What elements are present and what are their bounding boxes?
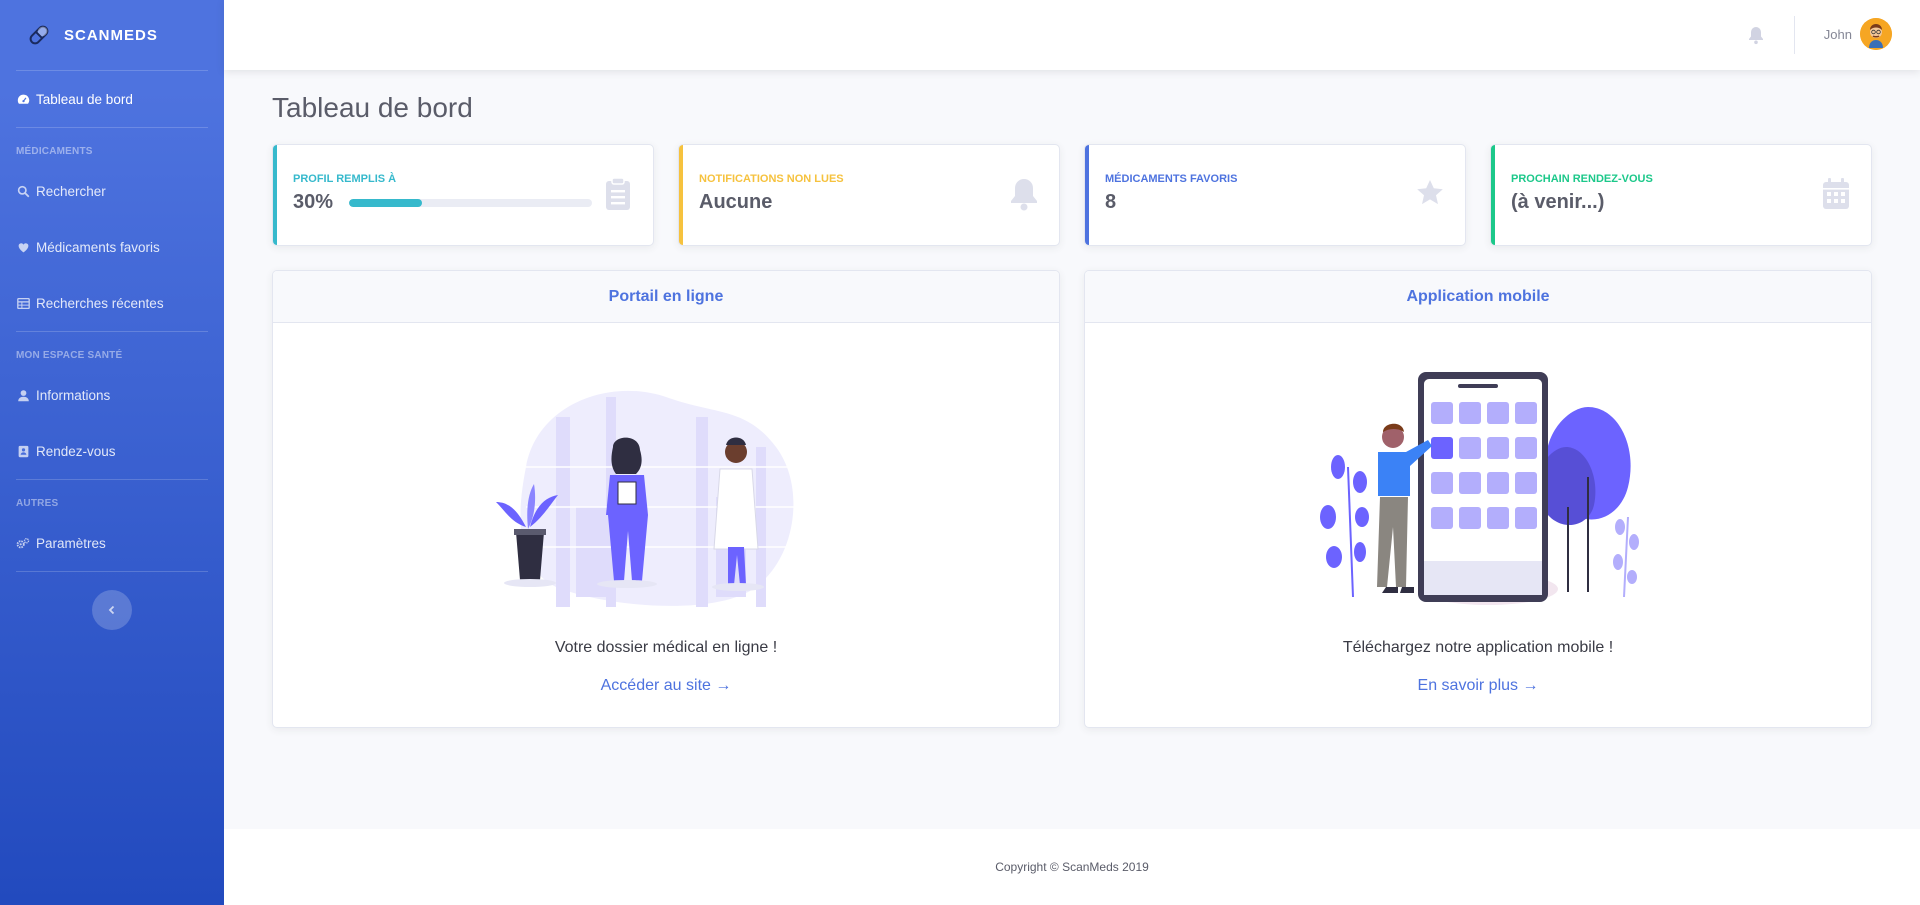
sidebar-item-label: Médicaments favoris [36, 239, 160, 255]
sidebar-heading-autres: AUTRES [16, 498, 59, 509]
card-value: 8 [1105, 191, 1117, 213]
bell-icon [1749, 27, 1763, 45]
sidebar-item-settings[interactable]: Paramètres [0, 515, 224, 571]
card-label: PROFIL REMPLIS À [293, 173, 397, 185]
avatar [1860, 18, 1892, 50]
page-title: Tableau de bord [272, 92, 473, 123]
portal-link[interactable]: Accéder au site → [601, 677, 732, 695]
user-name: John [1823, 26, 1852, 42]
favorites-card: MÉDICAMENTS FAVORIS 8 [1084, 144, 1466, 246]
panel-description: Votre dossier médical en ligne ! [554, 639, 778, 656]
cogs-icon [16, 536, 30, 550]
sidebar-item-recent[interactable]: Recherches récentes [0, 275, 224, 331]
profile-card: PROFIL REMPLIS À 30% [272, 144, 654, 246]
sidebar-item-label: Paramètres [36, 535, 106, 551]
card-label: MÉDICAMENTS FAVORIS [1105, 173, 1238, 185]
sidebar-item-dashboard[interactable]: Tableau de bord [0, 71, 224, 127]
sidebar-item-favorites[interactable]: Médicaments favoris [0, 219, 224, 275]
panel-description: Téléchargez notre application mobile ! [1342, 639, 1614, 656]
clipboard-icon [606, 177, 630, 210]
appointment-card: PROCHAIN RENDEZ-VOUS (à venir...) [1490, 144, 1872, 246]
mobile-panel: Application mobile Téléchargez notre app… [1084, 270, 1872, 728]
card-label: PROCHAIN RENDEZ-VOUS [1511, 173, 1653, 185]
card-value: (à venir...) [1511, 191, 1605, 213]
main-content: Tableau de bord PROFIL REMPLIS À 30% NOT… [224, 70, 1920, 830]
footer: Copyright © ScanMeds 2019 [224, 829, 1920, 905]
bell-icon [1011, 179, 1037, 211]
topbar: John [224, 0, 1920, 70]
stat-cards: PROFIL REMPLIS À 30% NOTIFICATIONS NON L… [272, 144, 1872, 246]
sidebar-heading-medicaments: MÉDICAMENTS [16, 146, 93, 157]
star-icon [1417, 180, 1443, 205]
sidebar-item-info[interactable]: Informations [0, 367, 224, 423]
address-card-icon [16, 444, 30, 458]
user-menu[interactable]: John [1824, 18, 1892, 50]
tachometer-icon [16, 92, 30, 106]
sidebar-item-appointments[interactable]: Rendez-vous [0, 423, 224, 479]
mobile-app-link[interactable]: En savoir plus → [1418, 677, 1539, 695]
brand[interactable]: SCANMEDS [0, 0, 224, 70]
topbar-divider [1794, 16, 1795, 54]
sidebar-heading-espace: MON ESPACE SANTÉ [16, 350, 123, 361]
sidebar-item-label: Tableau de bord [36, 91, 133, 107]
pill-icon [29, 25, 49, 45]
mobile-app-illustration [1320, 372, 1639, 605]
profile-progress-bar [349, 198, 593, 207]
card-value: 30% [293, 191, 334, 213]
notifications-card: NOTIFICATIONS NON LUES Aucune [678, 144, 1060, 246]
calendar-icon [1823, 178, 1849, 209]
brand-name: SCANMEDS [64, 26, 158, 44]
card-value: Aucune [699, 191, 773, 213]
portal-panel: Portail en ligne Votre dossier médical e… [272, 270, 1060, 728]
sidebar-item-label: Informations [36, 387, 111, 403]
search-icon [16, 184, 30, 198]
panel-title: Portail en ligne [273, 271, 1059, 323]
sidebar-item-label: Rechercher [36, 183, 106, 199]
sidebar-item-label: Recherches récentes [36, 295, 164, 311]
card-label: NOTIFICATIONS NON LUES [699, 173, 844, 185]
sidebar-item-label: Rendez-vous [36, 443, 116, 459]
panels: Portail en ligne Votre dossier médical e… [272, 270, 1872, 728]
sidebar: SCANMEDS Tableau de bord MÉDICAMENTS Rec… [0, 0, 224, 905]
chevron-left-icon [108, 605, 115, 615]
heart-icon [16, 240, 30, 254]
user-icon [16, 388, 30, 402]
sidebar-toggle-button[interactable] [92, 590, 132, 630]
sidebar-item-search[interactable]: Rechercher [0, 163, 224, 219]
alerts-button[interactable] [1747, 25, 1765, 45]
table-icon [16, 296, 30, 310]
progress-fill [349, 198, 422, 207]
copyright-text: Copyright © ScanMeds 2019 [995, 860, 1149, 874]
sidebar-divider [16, 571, 208, 572]
doctors-illustration [496, 390, 816, 607]
panel-title: Application mobile [1085, 271, 1871, 323]
